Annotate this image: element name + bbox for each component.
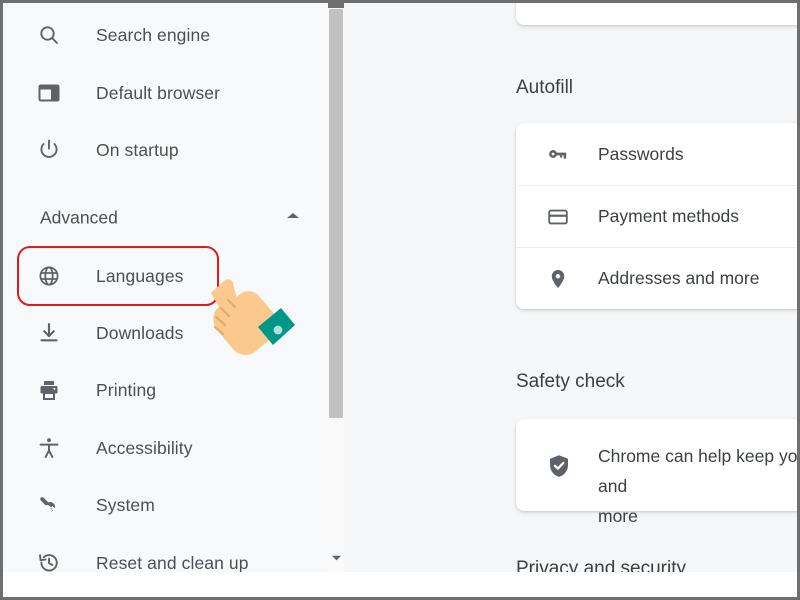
wrench-icon (35, 491, 63, 519)
globe-icon (35, 262, 63, 290)
sidebar-item-label: Accessibility (96, 437, 193, 458)
safety-check-card[interactable]: Chrome can help keep you safe from data … (516, 419, 797, 526)
shield-check-icon (546, 453, 572, 479)
settings-content: Autofill Passwords Payment methods Addre… (344, 3, 797, 572)
settings-sidebar: Search engine Default browser On startup… (3, 3, 328, 572)
sidebar-item-search-engine[interactable]: Search engine (3, 11, 328, 59)
sidebar-group-label: Advanced (40, 207, 118, 228)
sidebar-item-on-startup[interactable]: On startup (3, 126, 328, 174)
row-passwords[interactable]: Passwords (516, 123, 797, 185)
chevron-up-icon[interactable] (285, 209, 301, 227)
history-icon (35, 549, 63, 572)
section-title-autofill: Autofill (516, 77, 574, 98)
row-label: Passwords (598, 143, 684, 164)
window-icon (35, 79, 63, 107)
safety-check-description: Chrome can help keep you safe from data … (598, 446, 797, 526)
sidebar-item-downloads[interactable]: Downloads (3, 309, 328, 357)
sidebar-item-reset-and-clean-up[interactable]: Reset and clean up (3, 539, 328, 572)
sidebar-item-accessibility[interactable]: Accessibility (3, 424, 328, 472)
sidebar-item-label: Default browser (96, 82, 221, 103)
autofill-card: Passwords Payment methods Addresses and … (516, 123, 797, 309)
sidebar-group-advanced[interactable]: Advanced (3, 195, 328, 241)
sidebar-item-label: On startup (96, 139, 179, 160)
sidebar-item-label: Languages (96, 265, 184, 286)
power-icon (35, 136, 63, 164)
scrollbar-top-cap (328, 3, 344, 8)
window-bottom-strip (3, 572, 797, 597)
scrollbar-thumb[interactable] (329, 9, 343, 418)
row-label: Addresses and more (598, 268, 760, 288)
partial-card-above[interactable] (516, 3, 797, 25)
accessibility-icon (35, 434, 63, 462)
sidebar-item-label: Reset and clean up (96, 552, 249, 573)
settings-window: Search engine Default browser On startup… (0, 0, 800, 600)
row-label: Payment methods (598, 206, 740, 226)
row-addresses-and-more[interactable]: Addresses and more (516, 247, 797, 309)
sidebar-item-label: Search engine (96, 24, 211, 45)
triangle-down-icon[interactable] (328, 550, 344, 566)
sidebar-item-printing[interactable]: Printing (3, 366, 328, 414)
sidebar-scrollbar[interactable] (328, 3, 344, 572)
section-title-privacy-and-security: Privacy and security (516, 558, 687, 572)
sidebar-item-label: Downloads (96, 322, 184, 343)
printer-icon (35, 376, 63, 404)
search-icon (35, 21, 63, 49)
sidebar-item-system[interactable]: System (3, 481, 328, 529)
sidebar-item-label: Printing (96, 379, 157, 400)
row-payment-methods[interactable]: Payment methods (516, 185, 797, 247)
sidebar-item-languages[interactable]: Languages (3, 252, 328, 300)
key-icon (546, 142, 570, 166)
download-icon (35, 319, 63, 347)
sidebar-item-label: System (96, 494, 155, 515)
sidebar-item-default-browser[interactable]: Default browser (3, 69, 328, 117)
location-pin-icon (546, 267, 570, 291)
section-title-safety-check: Safety check (516, 371, 625, 392)
credit-card-icon (546, 205, 570, 229)
